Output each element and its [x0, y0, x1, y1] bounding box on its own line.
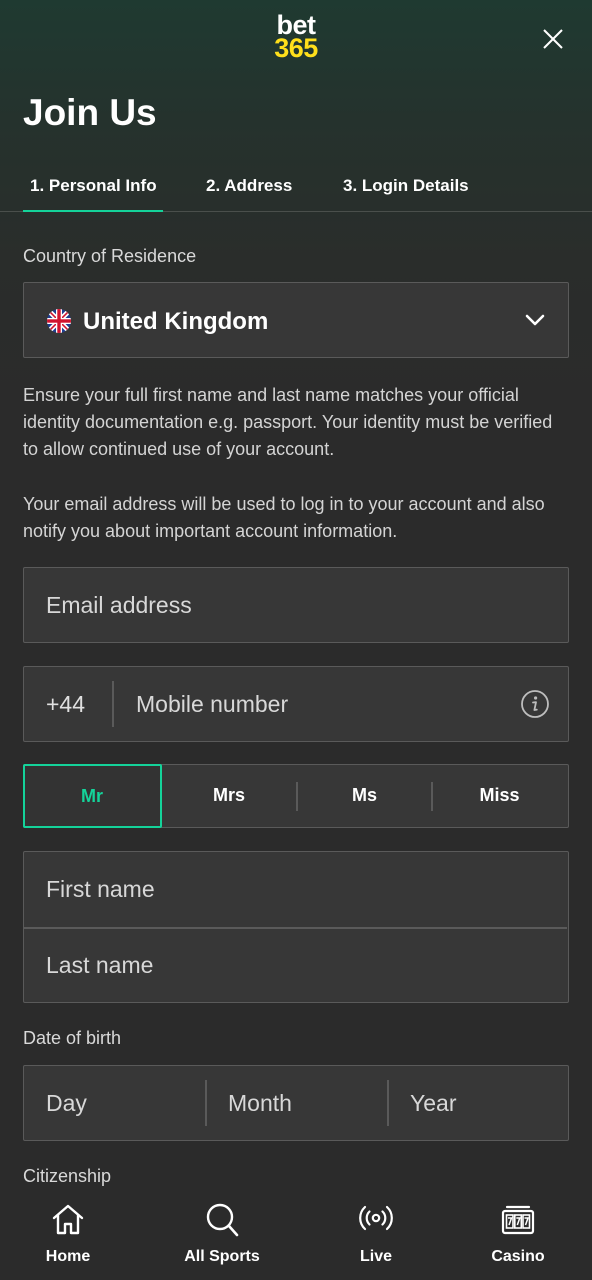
- bet365-logo: bet 365: [268, 12, 324, 63]
- search-icon: [206, 1203, 239, 1237]
- dob-day-field[interactable]: Day: [24, 1066, 205, 1139]
- mobile-number-field[interactable]: +44 Mobile number: [23, 666, 569, 742]
- phone-divider: [112, 681, 114, 727]
- title-option-mrs[interactable]: Mrs: [161, 765, 297, 826]
- date-of-birth-field: Day Month Year: [23, 1065, 569, 1141]
- country-label: Country of Residence: [23, 246, 197, 266]
- title-option-miss[interactable]: Miss: [432, 765, 567, 826]
- close-button[interactable]: [538, 24, 568, 54]
- name-fields: First name Last name: [23, 851, 569, 1003]
- dob-label: Date of birth: [23, 1028, 122, 1048]
- info-icon[interactable]: [520, 689, 550, 719]
- close-icon: [543, 29, 563, 49]
- nav-live[interactable]: Live: [321, 1196, 431, 1280]
- slot-machine-icon: [501, 1205, 535, 1235]
- title-option-ms[interactable]: Ms: [297, 765, 432, 826]
- mobile-number-placeholder: Mobile number: [136, 691, 289, 717]
- name-notice-text: Ensure your full first name and last nam…: [23, 385, 553, 459]
- title-option-mr[interactable]: Mr: [22, 763, 162, 828]
- email-field[interactable]: Email address: [23, 567, 569, 643]
- country-select[interactable]: United Kingdom: [23, 282, 569, 358]
- last-name-field[interactable]: Last name: [24, 928, 567, 1003]
- last-name-placeholder: Last name: [46, 952, 154, 978]
- uk-flag-icon: [47, 309, 71, 333]
- nav-home[interactable]: Home: [13, 1196, 123, 1280]
- page-title: Join Us: [23, 92, 157, 133]
- nav-live-label: Live: [359, 1248, 392, 1265]
- email-placeholder: Email address: [46, 592, 192, 618]
- live-broadcast-icon: [359, 1205, 393, 1231]
- nav-all-sports[interactable]: All Sports: [167, 1196, 277, 1280]
- nav-home-label: Home: [45, 1248, 91, 1265]
- dob-day-placeholder: Day: [46, 1090, 87, 1116]
- logo-text-365: 365: [274, 33, 318, 63]
- home-icon: [52, 1204, 84, 1235]
- tab-address[interactable]: 2. Address: [206, 176, 292, 196]
- chevron-down-icon: [525, 314, 545, 326]
- tab-personal-info[interactable]: 1. Personal Info: [30, 176, 157, 196]
- nav-casino[interactable]: Casino: [463, 1196, 573, 1280]
- first-name-placeholder: First name: [46, 876, 155, 902]
- email-notice-text: Your email address will be used to log i…: [23, 494, 545, 541]
- tab-login-details[interactable]: 3. Login Details: [343, 176, 469, 196]
- dob-year-placeholder: Year: [410, 1090, 457, 1116]
- title-selector: Mr Mrs Ms Miss: [22, 763, 569, 828]
- phone-country-code[interactable]: +44: [46, 691, 85, 718]
- dob-month-field[interactable]: Month: [206, 1066, 387, 1139]
- bottom-navigation: Home All Sports Live Casino: [0, 1196, 592, 1280]
- dob-year-field[interactable]: Year: [388, 1066, 567, 1139]
- country-value: United Kingdom: [83, 308, 269, 335]
- citizenship-label: Citizenship: [23, 1166, 112, 1186]
- join-page: bet 365 Join Us 1. Personal Info 2. Addr…: [0, 0, 592, 1280]
- dob-month-placeholder: Month: [228, 1090, 292, 1116]
- first-name-field[interactable]: First name: [24, 852, 567, 927]
- nav-all-sports-label: All Sports: [184, 1248, 260, 1265]
- step-tabs: 1. Personal Info 2. Address 3. Login Det…: [0, 160, 592, 212]
- nav-casino-label: Casino: [491, 1248, 545, 1265]
- active-tab-indicator: [23, 210, 163, 212]
